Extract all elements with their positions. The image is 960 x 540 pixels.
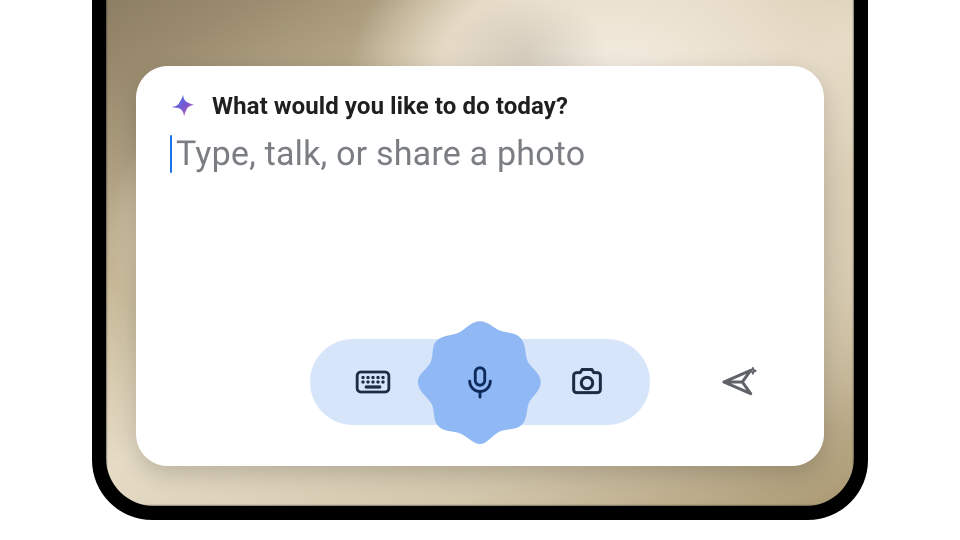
keyboard-icon	[353, 362, 393, 402]
input-placeholder: Type, talk, or share a photo	[176, 134, 585, 174]
assistant-card: What would you like to do today? Type, t…	[136, 66, 824, 466]
text-input[interactable]: Type, talk, or share a photo	[170, 134, 790, 174]
microphone-icon	[461, 363, 499, 401]
microphone-button[interactable]	[414, 316, 546, 448]
camera-icon	[567, 362, 607, 402]
stage: What would you like to do today? Type, t…	[0, 0, 960, 540]
phone-frame: What would you like to do today? Type, t…	[92, 0, 868, 520]
send-button[interactable]	[712, 355, 766, 409]
input-mode-pill	[310, 339, 650, 425]
phone-screen: What would you like to do today? Type, t…	[106, 0, 854, 506]
controls-row	[170, 322, 790, 442]
keyboard-button[interactable]	[346, 355, 400, 409]
camera-button[interactable]	[560, 355, 614, 409]
prompt-text: What would you like to do today?	[212, 92, 568, 120]
spark-icon	[170, 93, 196, 119]
text-cursor	[170, 135, 172, 173]
prompt-row: What would you like to do today?	[170, 92, 790, 120]
send-icon	[719, 362, 759, 402]
